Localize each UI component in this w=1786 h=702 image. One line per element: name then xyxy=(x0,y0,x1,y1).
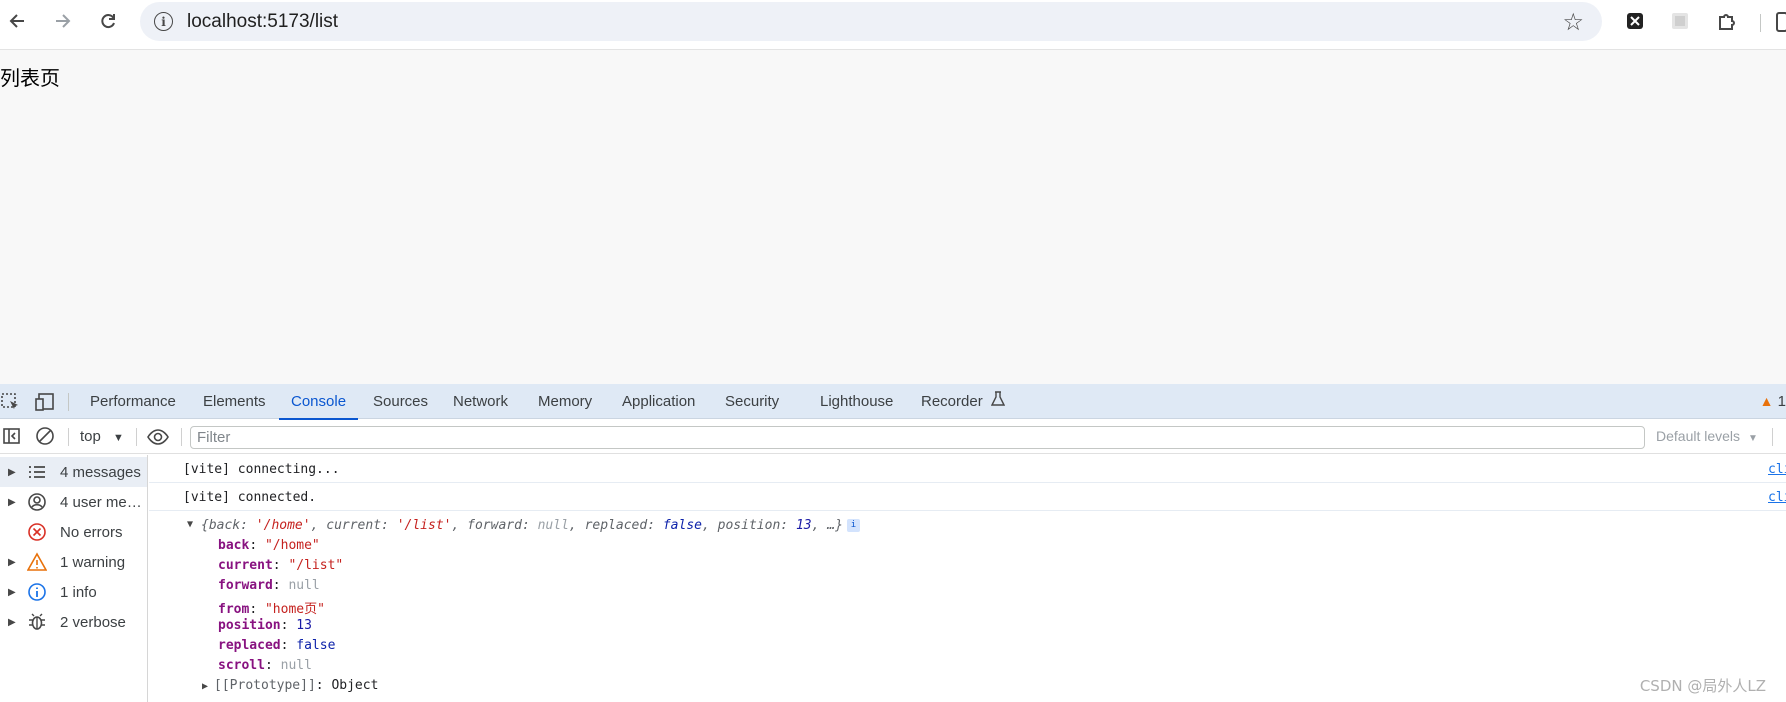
tab-memory[interactable]: Memory xyxy=(538,384,592,419)
message-source-link[interactable]: client xyxy=(1768,490,1786,505)
tab-sources[interactable]: Sources xyxy=(373,384,428,419)
console-sidebar: ▶ 4 messages ▶ 4 user mes… No errors ▶ 1… xyxy=(0,455,148,702)
tab-recorder[interactable]: Recorder xyxy=(921,384,1006,420)
message-text: [vite] connecting... xyxy=(183,462,340,477)
dropdown-triangle-icon: ▼ xyxy=(113,432,124,444)
context-value: top xyxy=(80,428,101,445)
toolbar-separator xyxy=(68,428,69,446)
reload-icon[interactable] xyxy=(96,9,120,33)
issues-count: 1 xyxy=(1777,393,1786,410)
object-prototype[interactable]: ▶ [[Prototype]]: Object xyxy=(202,678,378,693)
object-property: position: 13 xyxy=(218,618,312,633)
tab-application[interactable]: Application xyxy=(622,384,695,419)
url-text[interactable]: localhost:5173/list xyxy=(187,11,338,33)
page-content: 列表页 xyxy=(0,50,1786,384)
toolbar-divider xyxy=(1760,14,1761,32)
object-info-badge-icon[interactable]: i xyxy=(846,519,860,532)
object-property: forward: null xyxy=(218,578,320,593)
toolbar-separator xyxy=(181,428,182,446)
sidebar-item-messages[interactable]: ▶ 4 messages xyxy=(0,457,147,487)
extension-grid-icon[interactable] xyxy=(1670,11,1690,31)
console-message: [vite] connecting... client xyxy=(149,455,1786,483)
clear-console-icon[interactable] xyxy=(35,426,55,451)
object-summary[interactable]: {back: '/home', current: '/list', forwar… xyxy=(201,518,860,533)
object-property: back: "/home" xyxy=(218,538,320,553)
sidebar-item-label: No errors xyxy=(60,523,123,541)
extensions-puzzle-icon[interactable] xyxy=(1716,11,1736,31)
tab-performance[interactable]: Performance xyxy=(90,384,176,419)
warning-triangle-icon: ▲ xyxy=(1759,393,1774,409)
collapse-arrow-icon[interactable]: ▼ xyxy=(187,519,193,530)
object-property: replaced: false xyxy=(218,638,336,653)
page-heading: 列表页 xyxy=(0,66,60,90)
devtools-panel: Performance Elements Console Sources Net… xyxy=(0,384,1786,702)
tab-console[interactable]: Console xyxy=(278,384,359,420)
sidebar-item-errors[interactable]: No errors xyxy=(0,517,147,547)
list-icon xyxy=(26,461,48,483)
console-message: [vite] connected. client xyxy=(149,483,1786,511)
bookmark-star-icon[interactable]: ☆ xyxy=(1562,8,1584,37)
forward-arrow-icon[interactable] xyxy=(50,9,74,33)
sidebar-item-label: 4 messages xyxy=(60,463,141,481)
tab-elements[interactable]: Elements xyxy=(203,384,266,419)
live-expression-eye-icon[interactable] xyxy=(146,427,170,452)
levels-dropdown-icon: ▼ xyxy=(1747,433,1758,444)
toolbar-separator xyxy=(1772,428,1773,446)
sidebar-item-label: 1 info xyxy=(60,583,97,601)
message-source-link[interactable]: client xyxy=(1768,462,1786,477)
browser-toolbar: i localhost:5173/list ☆ xyxy=(0,0,1786,50)
expand-arrow-icon[interactable]: ▶ xyxy=(8,467,16,478)
sidebar-item-label: 2 verbose xyxy=(60,613,126,631)
console-toolbar: top ▼ Default levels ▼ xyxy=(0,420,1786,454)
log-levels-dropdown[interactable]: Default levels ▼ xyxy=(1656,428,1758,444)
side-panel-icon[interactable] xyxy=(1776,12,1786,32)
device-toolbar-icon[interactable] xyxy=(34,391,56,413)
filter-input[interactable] xyxy=(191,427,1644,448)
sidebar-item-info[interactable]: ▶ 1 info xyxy=(0,577,147,607)
extension-x-icon[interactable] xyxy=(1625,11,1645,31)
log-levels-label: Default levels xyxy=(1656,428,1741,444)
issues-counter[interactable]: ▲ 1 xyxy=(1760,393,1786,410)
tab-network[interactable]: Network xyxy=(453,384,508,419)
object-property: current: "/list" xyxy=(218,558,344,573)
sidebar-item-user-messages[interactable]: ▶ 4 user mes… xyxy=(0,487,147,517)
toolbar-separator xyxy=(136,428,137,446)
console-messages: [vite] connecting... client [vite] conne… xyxy=(149,455,1786,702)
flask-icon xyxy=(990,385,1006,420)
message-text: [vite] connected. xyxy=(183,490,317,505)
expand-arrow-icon[interactable]: ▶ xyxy=(202,681,208,692)
filter-box[interactable] xyxy=(190,426,1645,449)
watermark: CSDN @局外人LZ xyxy=(1639,677,1766,695)
error-icon xyxy=(26,521,48,543)
address-bar[interactable]: i localhost:5173/list ☆ xyxy=(140,2,1602,41)
info-icon xyxy=(26,581,48,603)
inspect-element-icon[interactable] xyxy=(0,391,22,413)
tab-divider xyxy=(68,393,69,411)
expand-arrow-icon[interactable]: ▶ xyxy=(8,587,16,598)
object-property: from: "home页" xyxy=(218,602,325,617)
site-info-icon[interactable]: i xyxy=(154,12,173,31)
expand-arrow-icon[interactable]: ▶ xyxy=(8,557,16,568)
devtools-tab-bar: Performance Elements Console Sources Net… xyxy=(0,384,1786,420)
tab-security[interactable]: Security xyxy=(725,384,779,419)
tab-recorder-label: Recorder xyxy=(921,393,983,410)
tab-lighthouse[interactable]: Lighthouse xyxy=(820,384,893,419)
user-icon xyxy=(26,491,48,513)
warning-icon xyxy=(26,551,48,573)
sidebar-item-warnings[interactable]: ▶ 1 warning xyxy=(0,547,147,577)
sidebar-item-label: 1 warning xyxy=(60,553,126,571)
expand-arrow-icon[interactable]: ▶ xyxy=(8,497,16,508)
context-selector[interactable]: top ▼ xyxy=(80,428,124,445)
back-arrow-icon[interactable] xyxy=(6,9,30,33)
bug-icon xyxy=(26,611,48,633)
expand-arrow-icon[interactable]: ▶ xyxy=(8,617,16,628)
sidebar-item-verbose[interactable]: ▶ 2 verbose xyxy=(0,607,147,637)
sidebar-item-label: 4 user mes… xyxy=(60,493,144,511)
object-property: scroll: null xyxy=(218,658,312,673)
show-sidebar-icon[interactable] xyxy=(2,426,22,451)
